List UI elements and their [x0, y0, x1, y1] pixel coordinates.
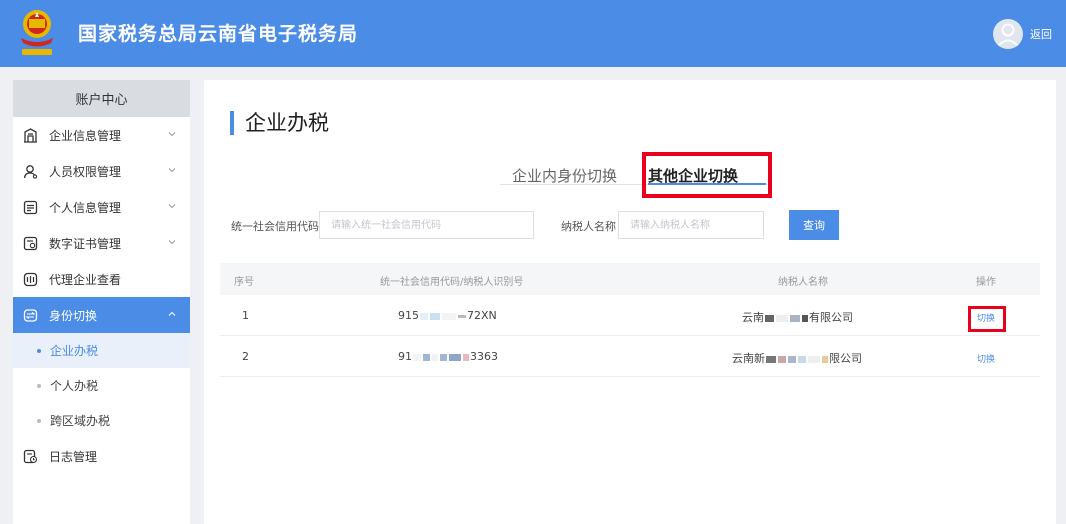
taxpayer-name-suffix: 限公司	[829, 352, 862, 365]
sidebar-item-label: 人员权限管理	[49, 164, 122, 179]
sidebar-subitem-company-tax[interactable]: 企业办税	[13, 333, 190, 368]
column-header-credit-code: 统一社会信用代码/纳税人识别号	[380, 277, 524, 288]
sidebar-heading: 账户中心	[13, 80, 190, 117]
redaction-mask	[432, 353, 438, 361]
bullet-icon	[37, 418, 41, 423]
user-avatar[interactable]	[993, 19, 1023, 49]
taxpayer-name-input[interactable]	[618, 211, 764, 239]
sidebar-item-personal-info[interactable]: 个人信息管理	[13, 189, 190, 225]
switch-identity-icon	[23, 308, 38, 323]
table-row: 1 915 72XN 云南 有限公司 切换	[220, 296, 1040, 336]
tab-internal-identity-switch[interactable]: 企业内身份切换	[512, 157, 617, 193]
redaction-mask	[765, 314, 774, 322]
back-link[interactable]: 返回	[1030, 26, 1052, 42]
credit-code-cell: 91 3363	[398, 350, 498, 363]
sidebar-subitem-label: 跨区域办税	[50, 414, 111, 428]
credit-code-input[interactable]	[319, 211, 534, 239]
column-header-action: 操作	[976, 277, 996, 288]
column-header-index: 序号	[234, 277, 254, 288]
taxpayer-name-cell: 云南 有限公司	[742, 309, 853, 325]
redaction-mask	[766, 355, 776, 363]
redaction-mask	[808, 355, 820, 363]
id-card-icon	[23, 200, 38, 215]
credit-code-prefix: 915	[398, 309, 419, 322]
highlight-box-tab	[642, 152, 772, 198]
column-header-taxpayer-name: 纳税人名称	[778, 277, 828, 288]
sidebar-item-certificates[interactable]: 数字证书管理	[13, 225, 190, 261]
sidebar-item-label: 个人信息管理	[49, 200, 122, 215]
sidebar-item-label: 数字证书管理	[49, 236, 122, 251]
sidebar-subitem-cross-region-tax[interactable]: 跨区域办税	[13, 403, 190, 438]
credit-code-label: 统一社会信用代码	[231, 220, 319, 233]
redaction-mask	[430, 312, 440, 320]
taxpayer-name-suffix: 有限公司	[809, 311, 853, 324]
user-icon	[997, 23, 1019, 47]
sidebar: 账户中心 企业信息管理 人员权限管理 个人信息管理 数字证书管理 代理企业查看	[13, 80, 190, 524]
table-row: 2 91 3363 云南新 限公司 切换	[220, 337, 1040, 377]
redaction-mask	[790, 314, 800, 322]
highlight-box-action	[968, 306, 1006, 332]
redaction-mask	[788, 355, 796, 363]
chevron-down-icon	[168, 168, 176, 173]
page-title: 企业办税	[230, 111, 329, 135]
sidebar-subitem-label: 企业办税	[50, 344, 99, 358]
sidebar-subitem-personal-tax[interactable]: 个人办税	[13, 368, 190, 403]
credit-code-cell: 915 72XN	[398, 309, 497, 322]
top-header: 国家税务总局云南省电子税务局 返回	[0, 0, 1066, 67]
row-index: 1	[242, 309, 249, 322]
sidebar-item-company-info[interactable]: 企业信息管理	[13, 117, 190, 153]
sidebar-item-identity-switch[interactable]: 身份切换	[13, 297, 190, 333]
certificate-icon	[23, 236, 38, 251]
redaction-mask	[776, 314, 788, 322]
redaction-mask	[458, 314, 466, 318]
sidebar-item-label: 企业信息管理	[49, 128, 122, 143]
bullet-icon	[37, 348, 41, 353]
taxpayer-name-prefix: 云南	[742, 311, 764, 324]
chevron-up-icon	[168, 311, 176, 316]
sidebar-item-agent-companies[interactable]: 代理企业查看	[13, 261, 190, 297]
redaction-mask	[449, 353, 461, 361]
query-button[interactable]: 查询	[789, 210, 839, 240]
taxpayer-name-cell: 云南新 限公司	[732, 350, 862, 366]
sidebar-item-label: 代理企业查看	[49, 272, 122, 287]
chevron-down-icon	[168, 132, 176, 137]
sidebar-subitem-label: 个人办税	[50, 379, 99, 393]
main-panel: 企业办税 企业内身份切换 其他企业切换 统一社会信用代码 纳税人名称 查询 序号…	[204, 80, 1056, 524]
site-title: 国家税务总局云南省电子税务局	[78, 23, 359, 45]
sidebar-item-label: 日志管理	[49, 449, 98, 464]
sidebar-item-permissions[interactable]: 人员权限管理	[13, 153, 190, 189]
chevron-down-icon	[168, 204, 176, 209]
redaction-mask	[822, 355, 828, 363]
redaction-mask	[463, 353, 469, 361]
redaction-mask	[413, 353, 421, 361]
taxpayer-name-label: 纳税人名称	[561, 220, 616, 233]
redaction-mask	[420, 312, 428, 320]
redaction-mask	[423, 353, 430, 361]
table-header: 序号 统一社会信用代码/纳税人识别号 纳税人名称 操作	[220, 263, 1040, 295]
chevron-down-icon	[168, 240, 176, 245]
credit-code-prefix: 91	[398, 350, 412, 363]
building-icon	[23, 127, 38, 143]
bullet-icon	[37, 383, 41, 388]
sidebar-item-logs[interactable]: 日志管理	[13, 438, 190, 474]
sidebar-item-label: 身份切换	[49, 308, 98, 323]
redaction-mask	[442, 312, 456, 320]
credit-code-suffix: 3363	[470, 350, 498, 363]
taxpayer-name-prefix: 云南新	[732, 352, 765, 365]
row-index: 2	[242, 350, 249, 363]
redaction-mask	[798, 355, 806, 363]
credit-code-suffix: 72XN	[467, 309, 497, 322]
redaction-mask	[440, 353, 447, 361]
switch-link[interactable]: 切换	[977, 352, 995, 365]
log-icon	[23, 449, 38, 464]
user-permission-icon	[23, 164, 38, 179]
tax-emblem-icon	[21, 10, 53, 55]
agent-icon	[23, 272, 38, 287]
redaction-mask	[778, 355, 786, 363]
redaction-mask	[802, 314, 808, 322]
